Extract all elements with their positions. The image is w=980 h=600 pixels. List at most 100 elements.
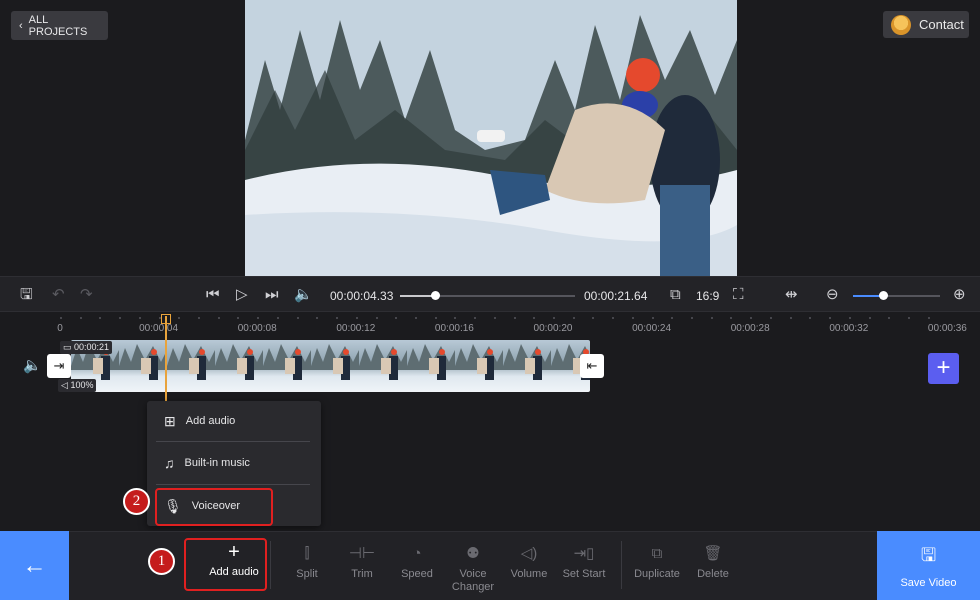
clip-thumbnail <box>311 344 359 380</box>
duplicate-button[interactable]: ⧉ Duplicate <box>629 546 685 581</box>
ruler-tick <box>612 317 615 319</box>
fit-timeline-icon[interactable]: ⇹ <box>785 287 798 302</box>
play-icon[interactable]: ▷ <box>236 287 248 302</box>
ruler-label: 00:00:20 <box>533 323 573 334</box>
speed-label: Speed <box>401 568 433 580</box>
ruler-tick <box>178 317 181 319</box>
clip-thumbnail <box>407 344 455 380</box>
delete-label: Delete <box>697 568 729 580</box>
menu-item-add-audio[interactable]: ⊞ Add audio <box>156 401 310 441</box>
ruler-tick <box>454 317 457 319</box>
speaker-icon: ◁ <box>61 380 68 390</box>
voice-changer-button[interactable]: ⚉ Voice Changer <box>445 546 501 594</box>
plus-icon: + <box>228 541 240 563</box>
fullscreen-icon[interactable]: ⛶ <box>733 287 744 302</box>
ruler-tick <box>691 317 694 319</box>
ruler-tick <box>513 317 516 319</box>
ruler-tick <box>809 317 812 319</box>
video-clip[interactable] <box>71 340 590 392</box>
crop-icon[interactable]: ⧉ <box>670 287 681 302</box>
ruler-tick <box>710 317 713 319</box>
clip-thumbnail <box>503 344 551 380</box>
current-time: 00:00:04.33 <box>330 289 394 303</box>
track-volume-icon[interactable]: 🔈 <box>23 358 42 373</box>
ruler-tick <box>474 317 477 319</box>
all-projects-button[interactable]: ‹ ALL PROJECTS <box>11 11 108 40</box>
volume-label: Volume <box>510 568 548 580</box>
toolbar-divider <box>270 541 271 589</box>
playhead[interactable] <box>165 316 167 402</box>
zoom-out-icon[interactable]: ⊖ <box>826 287 839 302</box>
ruler-label: 00:00:08 <box>237 323 277 334</box>
add-track-button[interactable]: + <box>928 353 959 384</box>
split-label: Split <box>296 568 318 580</box>
clip-thumbnail <box>455 344 503 380</box>
ruler-label: 00:00:12 <box>336 323 376 334</box>
ruler-tick <box>99 317 102 319</box>
redo-icon[interactable]: ↷ <box>80 287 93 302</box>
delete-button[interactable]: 🗑 Delete <box>685 546 741 581</box>
ruler-tick <box>198 317 201 319</box>
ruler-tick <box>789 317 792 319</box>
ruler-label: 00:00:36 <box>927 323 967 334</box>
save-disk-icon: 🖫 <box>920 544 937 565</box>
split-button[interactable]: ⫿ Split <box>279 546 335 581</box>
ruler-tick <box>375 317 378 319</box>
voice-changer-label: Voice Changer <box>451 568 495 594</box>
zoom-knob[interactable] <box>879 291 888 300</box>
duplicate-icon: ⧉ <box>651 545 663 562</box>
step-1-marker: 1 <box>148 548 175 575</box>
speedometer-icon: ◔ <box>412 545 422 562</box>
clip-duration: 00:00:21 <box>74 342 110 352</box>
trim-button[interactable]: ⊣⊢ Trim <box>334 546 390 581</box>
contact-label: Contact <box>919 17 964 32</box>
set-start-button[interactable]: ⇥▯ Set Start <box>556 546 612 581</box>
aspect-ratio[interactable]: 16:9 <box>696 289 719 303</box>
total-time: 00:00:21.64 <box>584 289 648 303</box>
contact-button[interactable]: Contact <box>883 11 969 38</box>
ruler-tick <box>829 317 832 319</box>
menu-item-label: Add audio <box>185 415 236 427</box>
speed-button[interactable]: ◔ Speed <box>389 546 445 581</box>
volume-button[interactable]: ◁) Volume <box>501 546 557 581</box>
ruler-tick <box>553 317 555 319</box>
skip-forward-icon[interactable]: ⏭ <box>265 287 279 302</box>
arrow-left-icon: ← <box>22 551 47 579</box>
clip-start-handle[interactable]: ⇥ <box>47 354 71 378</box>
clip-thumbnail <box>167 344 215 380</box>
video-preview[interactable] <box>245 0 737 276</box>
volume-icon[interactable]: 🔈 <box>294 287 313 302</box>
save-video-button[interactable]: 🖫 Save Video <box>877 531 980 600</box>
undo-icon[interactable]: ↶ <box>52 287 65 302</box>
clip-volume: 100% <box>70 380 94 390</box>
ruler-tick <box>868 317 871 319</box>
set-start-label: Set Start <box>562 568 606 580</box>
zoom-in-icon[interactable]: ⊕ <box>953 287 966 302</box>
preview-frame <box>245 0 737 276</box>
ruler-tick <box>60 317 62 319</box>
toolbar-divider <box>621 541 622 589</box>
clip-end-handle[interactable]: ⇤ <box>580 354 604 378</box>
trim-icon: ⊣⊢ <box>348 545 376 562</box>
clip-thumbnails <box>71 344 590 380</box>
ruler-tick <box>217 317 220 319</box>
ruler-tick <box>533 317 536 319</box>
progress-knob[interactable] <box>431 291 440 300</box>
progress-fill <box>400 295 435 297</box>
ruler-tick <box>927 317 930 319</box>
skip-back-icon[interactable]: ⏮ <box>206 287 220 302</box>
menu-divider <box>156 484 310 485</box>
save-project-icon[interactable]: 🖫 <box>20 287 33 302</box>
ruler-tick <box>848 317 851 319</box>
back-button[interactable]: ← <box>0 531 69 600</box>
ruler-tick <box>119 317 122 319</box>
add-audio-label: Add audio <box>209 566 259 578</box>
ruler-tick <box>237 317 240 319</box>
clip-duration-tag: ▭ 00:00:21 <box>60 341 113 354</box>
add-audio-button[interactable]: + Add audio <box>206 541 262 579</box>
clip-thumbnail <box>359 344 407 380</box>
ruler-tick <box>493 317 496 319</box>
ruler-tick <box>769 317 772 319</box>
save-video-label: Save Video <box>900 576 957 589</box>
menu-item-built-in-music[interactable]: ♫ Built-in music <box>156 443 310 483</box>
